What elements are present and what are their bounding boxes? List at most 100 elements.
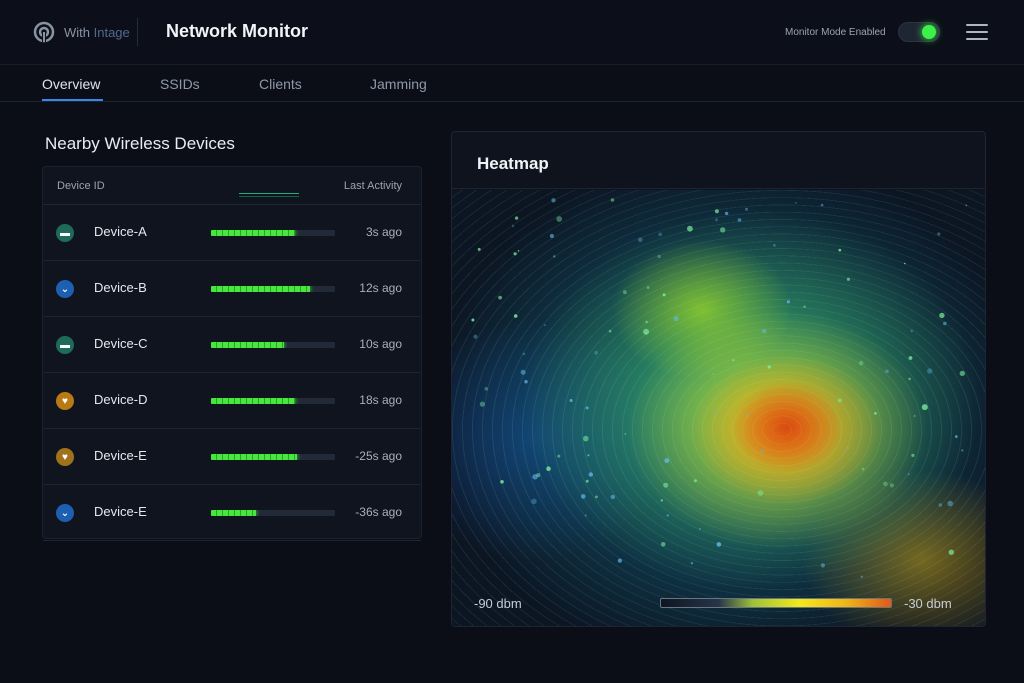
activity-bar	[211, 286, 335, 292]
signal-dot	[484, 387, 489, 391]
signal-dot	[471, 318, 475, 322]
device-row[interactable]: ♥ Device-D 18s ago	[43, 373, 421, 429]
signal-dot	[714, 209, 719, 214]
signal-dot	[587, 454, 590, 457]
page-title: Network Monitor	[166, 21, 308, 41]
signal-dot	[837, 398, 842, 403]
device-name: Device-B	[94, 280, 147, 295]
heatmap-canvas[interactable]	[452, 190, 985, 626]
signal-dot	[660, 542, 666, 547]
signal-dot	[904, 262, 906, 265]
signal-dot	[846, 447, 849, 450]
signal-dot	[938, 503, 942, 507]
signal-dot	[664, 458, 670, 463]
device-row[interactable]: ▬ Device-C 10s ago	[43, 317, 421, 373]
signal-dot	[889, 483, 894, 488]
signal-dot	[585, 479, 589, 483]
signal-dot	[546, 466, 551, 472]
signal-dot	[803, 305, 806, 308]
signal-dot	[939, 312, 945, 319]
signal-dot	[584, 514, 587, 517]
activity-bar-fill	[211, 230, 296, 236]
signal-dot	[860, 575, 863, 578]
signal-dot	[907, 473, 910, 476]
signal-dot	[569, 399, 573, 402]
signal-dot	[638, 237, 643, 243]
header-divider	[137, 18, 138, 46]
signal-dot	[477, 247, 481, 251]
device-row[interactable]: ⌄ Device-E -36s ago	[43, 485, 421, 541]
last-activity-time: 3s ago	[365, 225, 402, 239]
signal-dot	[473, 334, 478, 339]
heatmap-card: Heatmap -90 dbm -30 dbm	[451, 131, 986, 627]
router-icon: ▬	[56, 336, 74, 354]
signal-dot	[713, 412, 716, 415]
heatmap-title: Heatmap	[477, 154, 549, 173]
activity-bar	[211, 510, 335, 516]
signal-dot	[820, 203, 824, 207]
brand-text: With Intage	[64, 25, 130, 40]
device-row[interactable]: ♥ Device-E -25s ago	[43, 429, 421, 485]
brand-name: Intage	[93, 24, 130, 40]
hamburger-menu-icon[interactable]	[966, 24, 988, 40]
signal-dot	[513, 314, 518, 318]
signal-dot	[543, 324, 546, 327]
signal-dot	[908, 356, 913, 360]
signal-dot	[937, 232, 941, 236]
column-header-last-activity: Last Activity	[343, 180, 402, 192]
devices-table-header: Device ID Last Activity	[43, 167, 421, 205]
signal-dot	[961, 449, 964, 452]
chevron-down-icon: ⌄	[56, 504, 74, 522]
signal-dot	[746, 414, 749, 417]
signal-dot	[500, 480, 504, 484]
signal-dot	[549, 233, 554, 239]
tab-ssids[interactable]: SSIDs	[160, 76, 200, 92]
last-activity-time: -25s ago	[355, 449, 402, 463]
monitor-mode-toggle[interactable]	[898, 22, 940, 42]
signal-dot	[959, 370, 965, 377]
signal-dot	[716, 542, 722, 547]
tab-overview[interactable]: Overview	[42, 76, 100, 92]
device-row[interactable]: ▬ Device-A 3s ago	[43, 205, 421, 261]
activity-bar-fill	[211, 342, 285, 348]
signal-scale-bar	[660, 598, 892, 608]
signal-dot	[610, 198, 615, 202]
device-name: Device-A	[94, 224, 147, 239]
tab-jamming[interactable]: Jamming	[370, 76, 427, 92]
signal-dot	[479, 401, 485, 407]
signal-dot	[658, 232, 663, 237]
signal-dot	[698, 528, 701, 530]
signal-dot	[610, 494, 615, 500]
signal-dot	[498, 295, 502, 300]
tab-bar: Overview SSIDs Clients Jamming	[0, 64, 1024, 102]
heatmap-header: Heatmap	[452, 132, 985, 189]
device-row[interactable]: ⌄ Device-B 12s ago	[43, 261, 421, 317]
devices-section-title: Nearby Wireless Devices	[45, 134, 235, 153]
signal-dot	[921, 404, 928, 411]
signal-dot	[623, 290, 627, 295]
device-name: Device-E	[94, 504, 147, 519]
signal-dot	[724, 211, 729, 216]
signal-dot	[663, 482, 669, 488]
signal-dot	[943, 321, 947, 326]
signal-dot	[885, 369, 889, 374]
signal-dot	[911, 453, 915, 457]
signal-dot	[520, 369, 526, 375]
signal-dot	[660, 499, 663, 502]
brand-logo-icon	[33, 21, 55, 43]
signal-dot	[513, 252, 517, 256]
signal-dot	[608, 329, 612, 333]
signal-dot	[965, 204, 968, 207]
signal-dot	[883, 481, 888, 487]
signal-dot	[595, 495, 598, 499]
signal-dot	[760, 449, 765, 454]
last-activity-time: 12s ago	[359, 281, 402, 295]
signal-dot	[861, 467, 865, 471]
activity-bar-fill	[211, 398, 296, 404]
signal-dot	[557, 454, 561, 458]
signal-dot	[955, 435, 958, 438]
last-activity-time: 18s ago	[359, 393, 402, 407]
tab-clients[interactable]: Clients	[259, 76, 302, 92]
signal-dot	[762, 328, 767, 334]
signal-dot	[720, 227, 726, 233]
